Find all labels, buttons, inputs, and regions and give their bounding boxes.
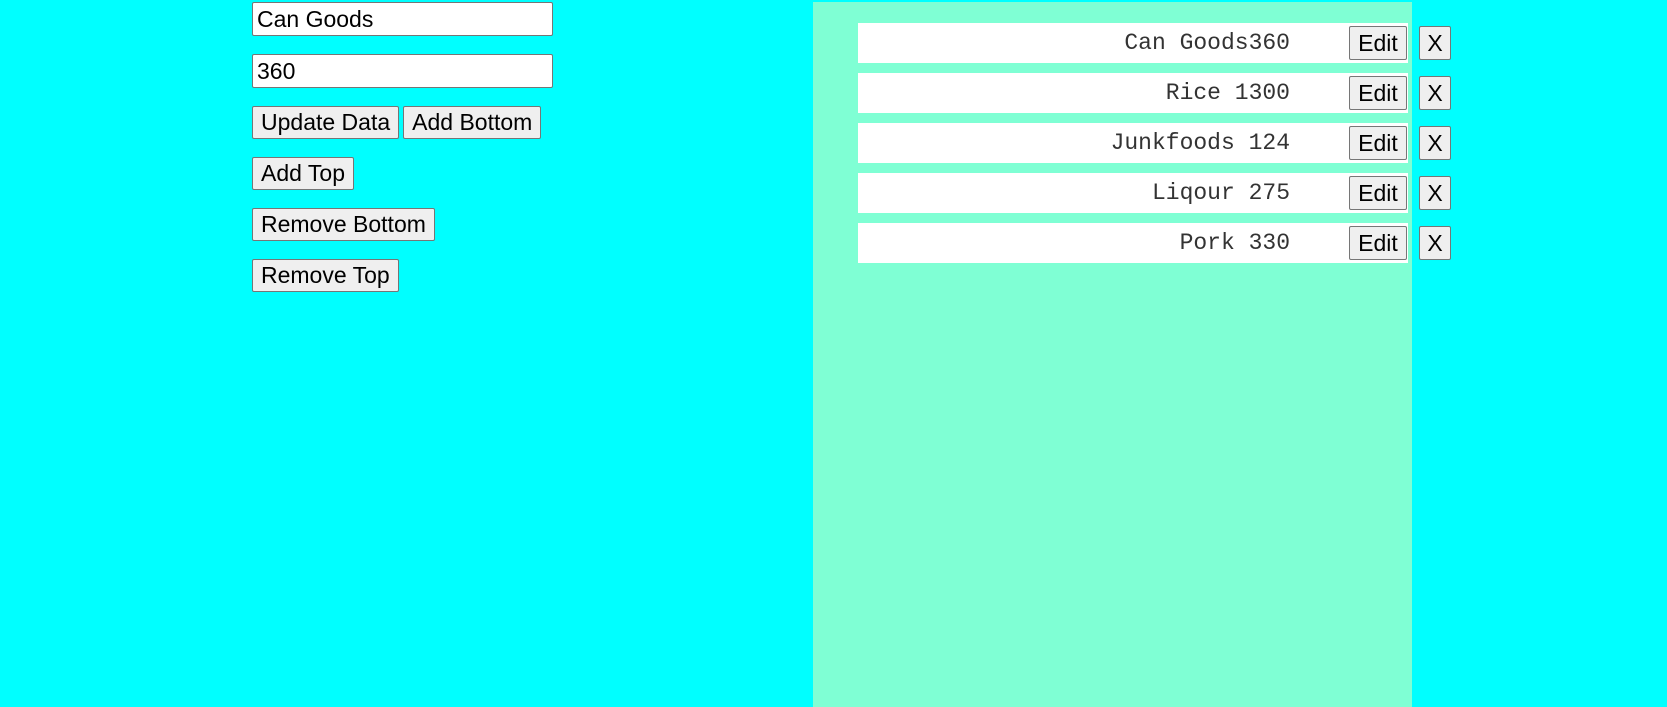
list-item: Pork 330 Edit X bbox=[858, 223, 1451, 263]
remove-bottom-button[interactable]: Remove Bottom bbox=[252, 208, 435, 241]
edit-button[interactable]: Edit bbox=[1349, 226, 1407, 260]
list-item-text: Pork 330 bbox=[1179, 230, 1290, 256]
list-item: Can Goods360 Edit X bbox=[858, 23, 1451, 63]
list-item: Junkfoods 124 Edit X bbox=[858, 123, 1451, 163]
remove-item-button[interactable]: X bbox=[1419, 126, 1451, 160]
item-amount-input[interactable] bbox=[252, 54, 553, 88]
remove-item-button[interactable]: X bbox=[1419, 26, 1451, 60]
edit-button[interactable]: Edit bbox=[1349, 126, 1407, 160]
remove-bottom-row: Remove Bottom bbox=[252, 208, 552, 241]
remove-item-button[interactable]: X bbox=[1419, 176, 1451, 210]
update-data-button[interactable]: Update Data bbox=[252, 106, 400, 139]
update-add-row: Update Data Add Bottom bbox=[252, 106, 552, 139]
list-item: Liqour 275 Edit X bbox=[858, 173, 1451, 213]
remove-top-row: Remove Top bbox=[252, 259, 552, 292]
remove-item-button[interactable]: X bbox=[1419, 76, 1451, 110]
list-item-text: Junkfoods 124 bbox=[1110, 130, 1290, 156]
data-form: Update Data Add Bottom Add Top Remove Bo… bbox=[252, 2, 553, 310]
edit-button[interactable]: Edit bbox=[1349, 26, 1407, 60]
add-top-row: Add Top bbox=[252, 157, 552, 190]
remove-top-button[interactable]: Remove Top bbox=[252, 259, 399, 292]
remove-item-button[interactable]: X bbox=[1419, 226, 1451, 260]
add-bottom-button[interactable]: Add Bottom bbox=[403, 106, 542, 139]
edit-button[interactable]: Edit bbox=[1349, 176, 1407, 210]
add-top-button[interactable]: Add Top bbox=[252, 157, 354, 190]
item-list-panel: Can Goods360 Edit X Rice 1300 Edit X Jun… bbox=[813, 2, 1451, 707]
item-name-input[interactable] bbox=[252, 2, 553, 36]
list-item-text: Rice 1300 bbox=[1165, 80, 1290, 106]
list-item: Rice 1300 Edit X bbox=[858, 73, 1451, 113]
list-item-text: Can Goods360 bbox=[1124, 30, 1290, 56]
list-item-text: Liqour 275 bbox=[1151, 180, 1290, 206]
edit-button[interactable]: Edit bbox=[1349, 76, 1407, 110]
